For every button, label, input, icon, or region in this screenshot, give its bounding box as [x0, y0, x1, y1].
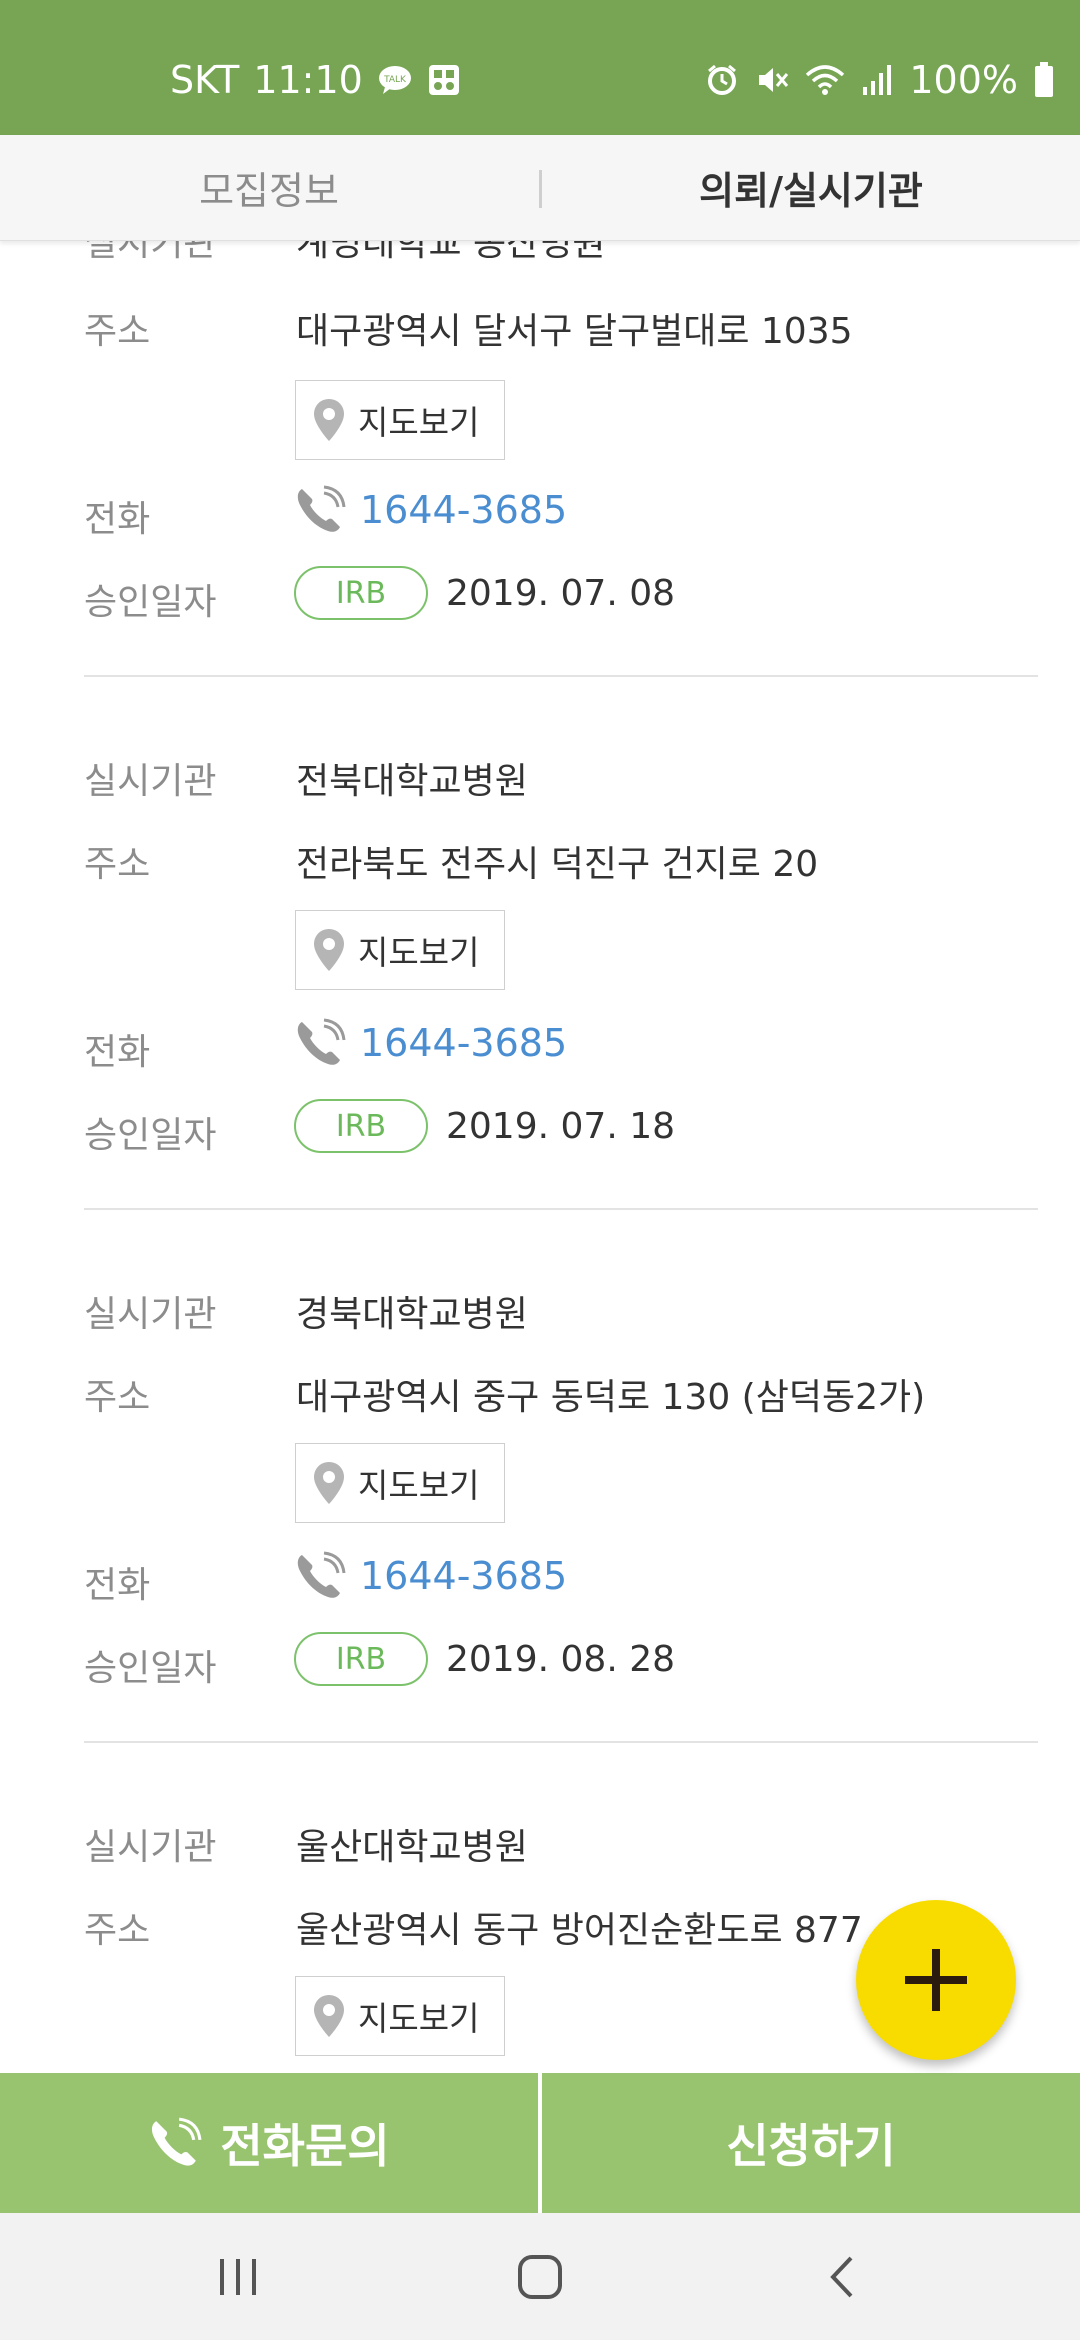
phone-label: 전화 — [84, 1565, 151, 1606]
map-view-button[interactable]: 지도보기 — [295, 380, 505, 460]
apply-label: 신청하기 — [726, 2119, 896, 2173]
map-view-label: 지도보기 — [358, 933, 480, 972]
location-pin-icon — [314, 399, 344, 441]
phone-icon — [297, 1551, 346, 1598]
map-view-button[interactable]: 지도보기 — [295, 1443, 505, 1523]
institution-list[interactable]: 실시기관 계명대학교 동산병원 주소 대구광역시 달서구 달구벌대로 1035 … — [0, 240, 1080, 2073]
phone-link[interactable]: 1644-3685 — [294, 1551, 567, 1601]
approval-date: 2019. 07. 18 — [446, 1106, 676, 1147]
address-label: 주소 — [84, 844, 151, 885]
address-label: 주소 — [84, 1377, 151, 1418]
irb-badge: IRB — [294, 1632, 428, 1686]
recents-icon — [220, 2258, 256, 2295]
tab-bar: 모집정보 의뢰/실시기관 — [0, 135, 1080, 241]
map-view-button[interactable]: 지도보기 — [295, 1976, 505, 2056]
institution-label: 실시기관 — [84, 1827, 217, 1868]
address-value: 전라북도 전주시 덕진구 건지로 20 — [296, 844, 819, 885]
phone-icon — [297, 485, 346, 532]
alarm-icon — [705, 63, 739, 97]
back-icon — [830, 2256, 853, 2297]
bottom-action-bar: 전화문의 신청하기 — [0, 2073, 1080, 2213]
divider — [84, 1741, 1038, 1743]
institution-name: 울산대학교병원 — [296, 1827, 528, 1868]
approval-date-label: 승인일자 — [84, 1648, 217, 1689]
signal-icon — [861, 63, 893, 97]
phone-number: 1644-3685 — [360, 1554, 568, 1598]
address-label: 주소 — [84, 1910, 151, 1951]
carrier-label: SKT — [170, 58, 240, 102]
institution-name: 계명대학교 동산병원 — [296, 240, 606, 264]
phone-icon — [152, 2117, 202, 2166]
battery-percent: 100% — [909, 58, 1018, 102]
location-pin-icon — [314, 1995, 344, 2037]
tab-label: 모집정보 — [199, 169, 339, 213]
approval-date: 2019. 08. 28 — [446, 1639, 676, 1680]
home-button[interactable] — [440, 2213, 640, 2340]
divider — [84, 1208, 1038, 1210]
apply-button[interactable]: 신청하기 — [542, 2073, 1080, 2213]
map-view-label: 지도보기 — [358, 403, 480, 442]
tab-label: 의뢰/실시기관 — [699, 169, 923, 213]
status-left: SKT 11:10 TALK — [170, 58, 461, 102]
approval-date-label: 승인일자 — [84, 1115, 217, 1156]
call-inquiry-label: 전화문의 — [220, 2119, 390, 2173]
gallery-icon — [427, 63, 461, 97]
location-pin-icon — [314, 1462, 344, 1504]
svg-text:TALK: TALK — [383, 75, 407, 85]
battery-icon — [1034, 62, 1054, 98]
approval-date: 2019. 07. 08 — [446, 573, 676, 614]
approval-date-label: 승인일자 — [84, 582, 217, 623]
status-bar: SKT 11:10 TALK 100% — [0, 0, 1080, 135]
divider — [84, 675, 1038, 677]
time-label: 11:10 — [253, 58, 363, 102]
address-label: 주소 — [84, 311, 151, 352]
institution-name: 경북대학교병원 — [296, 1294, 528, 1335]
plus-icon — [905, 1949, 967, 2011]
institution-label: 실시기관 — [84, 761, 217, 802]
phone-label: 전화 — [84, 1032, 151, 1073]
phone-icon — [297, 1018, 346, 1065]
talk-icon: TALK — [377, 65, 413, 95]
map-view-button[interactable]: 지도보기 — [295, 910, 505, 990]
tab-recruit-info[interactable]: 모집정보 — [0, 135, 538, 240]
mute-icon — [755, 63, 789, 97]
address-value: 울산광역시 동구 방어진순환도로 877 — [296, 1910, 863, 1951]
phone-number: 1644-3685 — [360, 488, 568, 532]
tab-institutions[interactable]: 의뢰/실시기관 — [542, 135, 1080, 240]
institution-label: 실시기관 — [84, 240, 217, 264]
phone-link[interactable]: 1644-3685 — [294, 1018, 567, 1068]
map-view-label: 지도보기 — [358, 1999, 480, 2038]
address-value: 대구광역시 중구 동덕로 130 (삼덕동2가) — [296, 1377, 926, 1418]
irb-badge: IRB — [294, 566, 428, 620]
location-pin-icon — [314, 929, 344, 971]
recents-button[interactable] — [138, 2213, 338, 2340]
map-view-label: 지도보기 — [358, 1466, 480, 1505]
add-fab-button[interactable] — [856, 1900, 1016, 2060]
home-icon — [518, 2254, 562, 2299]
wifi-icon — [805, 63, 845, 97]
system-nav-bar — [0, 2213, 1080, 2340]
institution-name: 전북대학교병원 — [296, 761, 528, 802]
phone-number: 1644-3685 — [360, 1021, 568, 1065]
irb-badge: IRB — [294, 1099, 428, 1153]
call-inquiry-button[interactable]: 전화문의 — [0, 2073, 538, 2213]
address-value: 대구광역시 달서구 달구벌대로 1035 — [296, 311, 853, 352]
phone-label: 전화 — [84, 499, 151, 540]
status-right: 100% — [705, 58, 1054, 102]
phone-link[interactable]: 1644-3685 — [294, 485, 567, 535]
institution-label: 실시기관 — [84, 1294, 217, 1335]
back-button[interactable] — [742, 2213, 942, 2340]
